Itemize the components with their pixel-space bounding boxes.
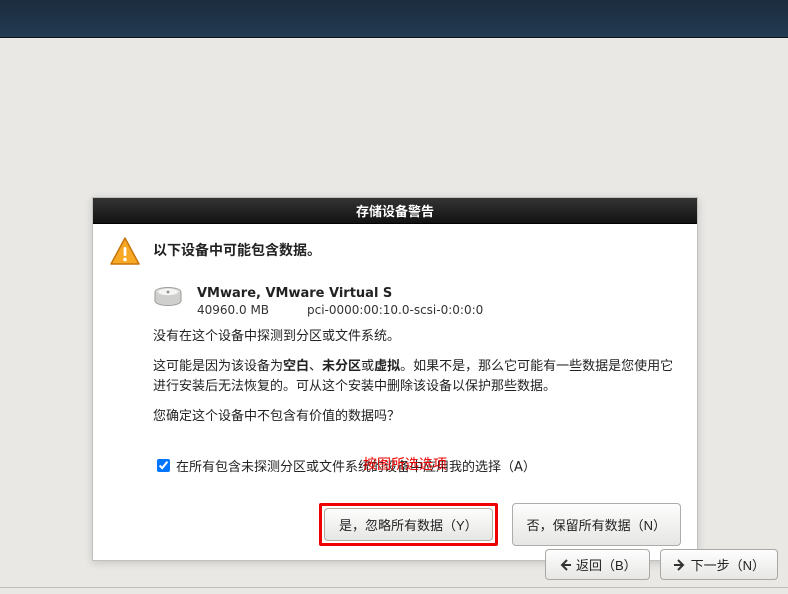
- arrow-right-icon: [673, 558, 687, 572]
- back-button[interactable]: 返回（B）: [545, 549, 650, 580]
- yes-button-highlight: 是，忽略所有数据（Y）: [319, 503, 498, 546]
- apply-all-label: 在所有包含未探测分区或文件系统的设备中应用我的选择（A）: [176, 456, 536, 475]
- para-no-partitions: 没有在这个设备中探测到分区或文件系统。: [153, 327, 681, 347]
- para-confirm: 您确定这个设备中不包含有价值的数据吗？: [153, 407, 681, 427]
- device-name: VMware, VMware Virtual S: [197, 286, 483, 301]
- device-size: 40960.0 MB: [197, 303, 307, 317]
- wizard-nav: 返回（B） 下一步（N）: [545, 549, 778, 580]
- top-banner: [0, 0, 788, 38]
- dialog-content: 以下设备中可能包含数据。 VMware, VMware Virtual S 40…: [93, 224, 697, 560]
- no-keep-button[interactable]: 否，保留所有数据（N）: [512, 503, 681, 546]
- arrow-left-icon: [558, 558, 572, 572]
- dialog-heading: 以下设备中可能包含数据。: [153, 240, 321, 260]
- dialog-title: 存储设备警告: [356, 201, 434, 220]
- para-explanation: 这可能是因为该设备为空白、未分区或虚拟。如果不是，那么它可能有一些数据是您使用它…: [153, 357, 681, 397]
- next-button[interactable]: 下一步（N）: [660, 549, 778, 580]
- dialog-titlebar: 存储设备警告: [93, 198, 697, 224]
- apply-all-row: 在所有包含未探测分区或文件系统的设备中应用我的选择（A） 按图所选选项: [153, 456, 681, 475]
- dialog-button-row: 是，忽略所有数据（Y） 否，保留所有数据（N）: [109, 503, 681, 546]
- device-path: pci-0000:00:10.0-scsi-0:0:0:0: [307, 303, 483, 317]
- device-row: VMware, VMware Virtual S 40960.0 MB pci-…: [153, 286, 681, 317]
- disk-icon: [153, 286, 187, 312]
- footer-separator: [0, 587, 788, 588]
- next-label: 下一步（N）: [691, 555, 765, 574]
- warning-icon: [109, 236, 145, 272]
- back-label: 返回（B）: [576, 555, 637, 574]
- storage-warning-dialog: 存储设备警告 以下设备中可能包含数据。: [92, 197, 698, 561]
- yes-discard-button[interactable]: 是，忽略所有数据（Y）: [324, 508, 493, 541]
- apply-all-checkbox[interactable]: [157, 459, 170, 472]
